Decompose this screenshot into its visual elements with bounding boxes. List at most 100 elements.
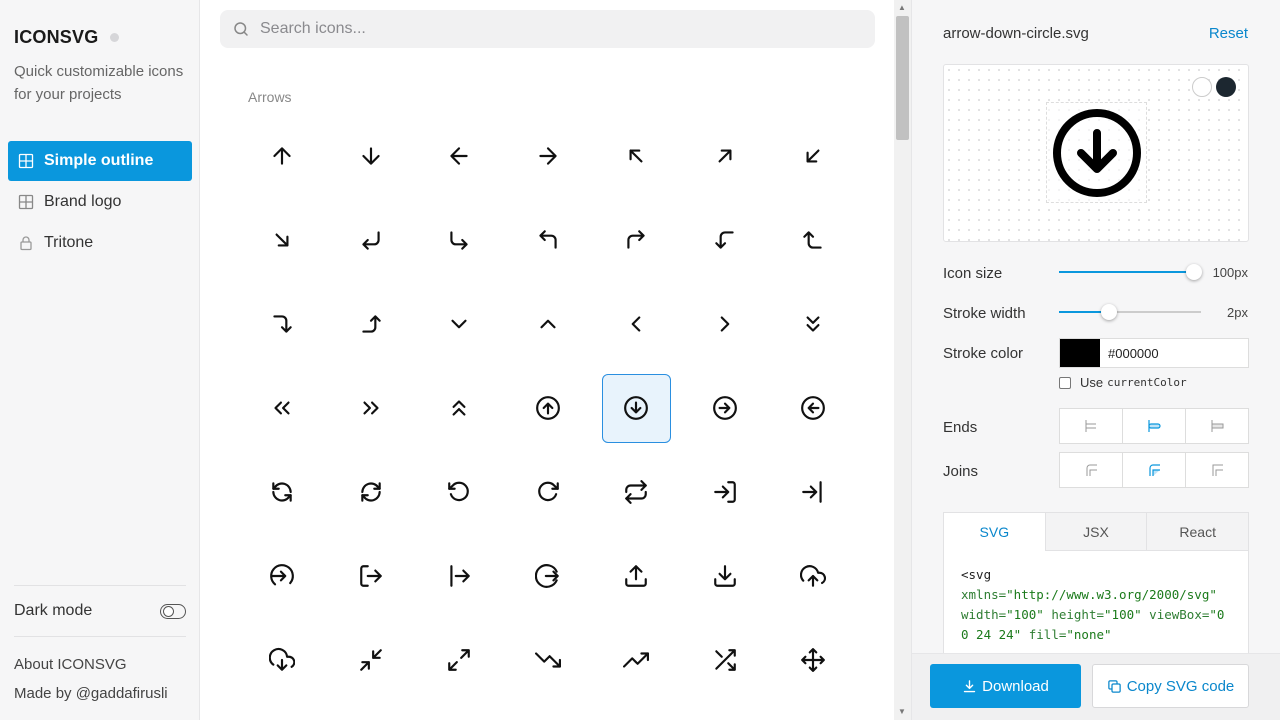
icon-tile-arrow-down-right[interactable] (238, 198, 327, 282)
icon-tile-log-in[interactable] (681, 450, 770, 534)
refresh-cw-icon (361, 482, 381, 502)
icon-tile-arrow-up-left[interactable] (592, 114, 681, 198)
icon-tile-corner-up-left[interactable] (504, 198, 593, 282)
refresh-ccw-icon (272, 482, 292, 502)
download-button[interactable]: Download (930, 664, 1081, 708)
icon-tile-minimize[interactable] (327, 618, 416, 702)
svg-code-block[interactable]: <svg xmlns="http://www.w3.org/2000/svg" … (944, 551, 1248, 659)
icon-tile-trending-up[interactable] (592, 618, 681, 702)
icon-tile-log-out[interactable] (327, 534, 416, 618)
icon-tile-corner-down-right[interactable] (415, 198, 504, 282)
icon-tile-arrow-down-left[interactable] (769, 114, 858, 198)
icon-tile-chevron-down[interactable] (415, 282, 504, 366)
code-text: <svg (961, 567, 992, 582)
arrow-up-icon (273, 147, 291, 165)
icon-tile-arrow-right-to-line[interactable] (238, 534, 327, 618)
icon-tile-maximize[interactable] (415, 618, 504, 702)
icon-tile-arrow-up-right[interactable] (681, 114, 770, 198)
nav-item-brand-logo[interactable]: Brand logo (8, 182, 192, 222)
corner-right-down-icon (273, 315, 292, 333)
scroll-thumb[interactable] (896, 16, 909, 140)
lock-icon (18, 235, 34, 251)
icon-tile-corner-left-down[interactable] (681, 198, 770, 282)
color-picker-swatch[interactable] (1060, 339, 1100, 367)
dark-mode-section: Dark mode (14, 585, 186, 637)
icon-tile-chevrons-right[interactable] (327, 366, 416, 450)
icon-tile-refresh-cw[interactable] (327, 450, 416, 534)
scroll-up-icon[interactable]: ▲ (898, 3, 906, 12)
ends-selector (1059, 408, 1249, 444)
icon-tile-chevron-left[interactable] (592, 282, 681, 366)
made-by-link[interactable]: Made by @gaddafirusli (14, 679, 186, 708)
icon-tile-cloud-download[interactable] (238, 618, 327, 702)
light-background-swatch[interactable] (1192, 77, 1212, 97)
icon-tile-arrow-right[interactable] (504, 114, 593, 198)
icon-tile-log-out-box[interactable] (415, 534, 504, 618)
nav-item-simple-outline[interactable]: Simple outline (8, 141, 192, 181)
stroke-color-label: Stroke color (943, 345, 1024, 362)
code-string: "none" (1066, 627, 1112, 642)
join-round-option[interactable] (1123, 453, 1186, 487)
icon-tile-upload[interactable] (592, 534, 681, 618)
stroke-width-slider[interactable] (1059, 304, 1201, 320)
tab-svg[interactable]: SVG (944, 513, 1045, 551)
slider-fill (1059, 271, 1194, 273)
icon-tile-corner-right-up[interactable] (327, 282, 416, 366)
icon-tile-arrow-left-circle[interactable] (769, 366, 858, 450)
scrollbar[interactable]: ▲ ▼ (894, 0, 911, 720)
icon-tile-arrow-down[interactable] (327, 114, 416, 198)
icon-tile-arrow-right-circle[interactable] (681, 366, 770, 450)
reset-button[interactable]: Reset (1209, 25, 1248, 42)
icon-tile-shuffle[interactable] (681, 618, 770, 702)
stroke-color-input[interactable] (1100, 339, 1248, 367)
icon-tile-corner-down-left[interactable] (327, 198, 416, 282)
end-square-option[interactable] (1186, 409, 1248, 443)
end-round-option[interactable] (1123, 409, 1186, 443)
join-bevel-option[interactable] (1186, 453, 1248, 487)
icon-tile-arrow-circle-out[interactable] (504, 534, 593, 618)
icon-tile-rotate-cw[interactable] (504, 450, 593, 534)
end-butt-option[interactable] (1060, 409, 1123, 443)
end-square-icon (1211, 420, 1224, 432)
join-miter-option[interactable] (1060, 453, 1123, 487)
icon-tile-move[interactable] (769, 618, 858, 702)
tab-jsx[interactable]: JSX (1044, 513, 1147, 551)
about-link[interactable]: About ICONSVG (14, 650, 186, 679)
icon-tile-arrow-down-circle[interactable] (592, 366, 681, 450)
search-input[interactable] (260, 20, 860, 38)
icon-tile-corner-left-up[interactable] (769, 198, 858, 282)
icon-tile-trending-down[interactable] (504, 618, 593, 702)
icon-tile-log-in-box[interactable] (769, 450, 858, 534)
icon-tile-chevron-right[interactable] (681, 282, 770, 366)
icon-tile-corner-up-right[interactable] (592, 198, 681, 282)
icon-tile-corner-right-down[interactable] (238, 282, 327, 366)
icon-tile-chevron-up[interactable] (504, 282, 593, 366)
dark-mode-toggle[interactable] (160, 603, 186, 619)
corner-down-left-icon (362, 231, 380, 250)
icon-tile-arrow-up-circle[interactable] (504, 366, 593, 450)
slider-handle[interactable] (1185, 264, 1202, 280)
slider-handle[interactable] (1100, 304, 1117, 320)
dark-background-swatch[interactable] (1216, 77, 1236, 97)
icon-tile-chevrons-up[interactable] (415, 366, 504, 450)
icon-tile-repeat[interactable] (592, 450, 681, 534)
icon-tile-arrow-left[interactable] (415, 114, 504, 198)
icon-tile-refresh-ccw[interactable] (238, 450, 327, 534)
grid-icon (18, 194, 34, 210)
icon-tile-chevrons-left[interactable] (238, 366, 327, 450)
divider (14, 636, 186, 637)
icon-tile-chevrons-down[interactable] (769, 282, 858, 366)
icon-tile-download[interactable] (681, 534, 770, 618)
icon-size-slider[interactable] (1059, 264, 1202, 280)
icon-tile-cloud-upload[interactable] (769, 534, 858, 618)
nav-item-tritone[interactable]: Tritone (8, 223, 192, 263)
use-current-color-checkbox[interactable] (1059, 376, 1071, 389)
joins-label: Joins (943, 463, 979, 480)
scroll-down-icon[interactable]: ▼ (898, 707, 906, 716)
icon-tile-arrow-up[interactable] (238, 114, 327, 198)
icon-tile-rotate-ccw[interactable] (415, 450, 504, 534)
corner-up-right-icon (627, 230, 645, 249)
copy-svg-button[interactable]: Copy SVG code (1092, 664, 1249, 708)
stroke-width-value: 2px (1227, 305, 1248, 320)
tab-react[interactable]: React (1146, 513, 1248, 551)
